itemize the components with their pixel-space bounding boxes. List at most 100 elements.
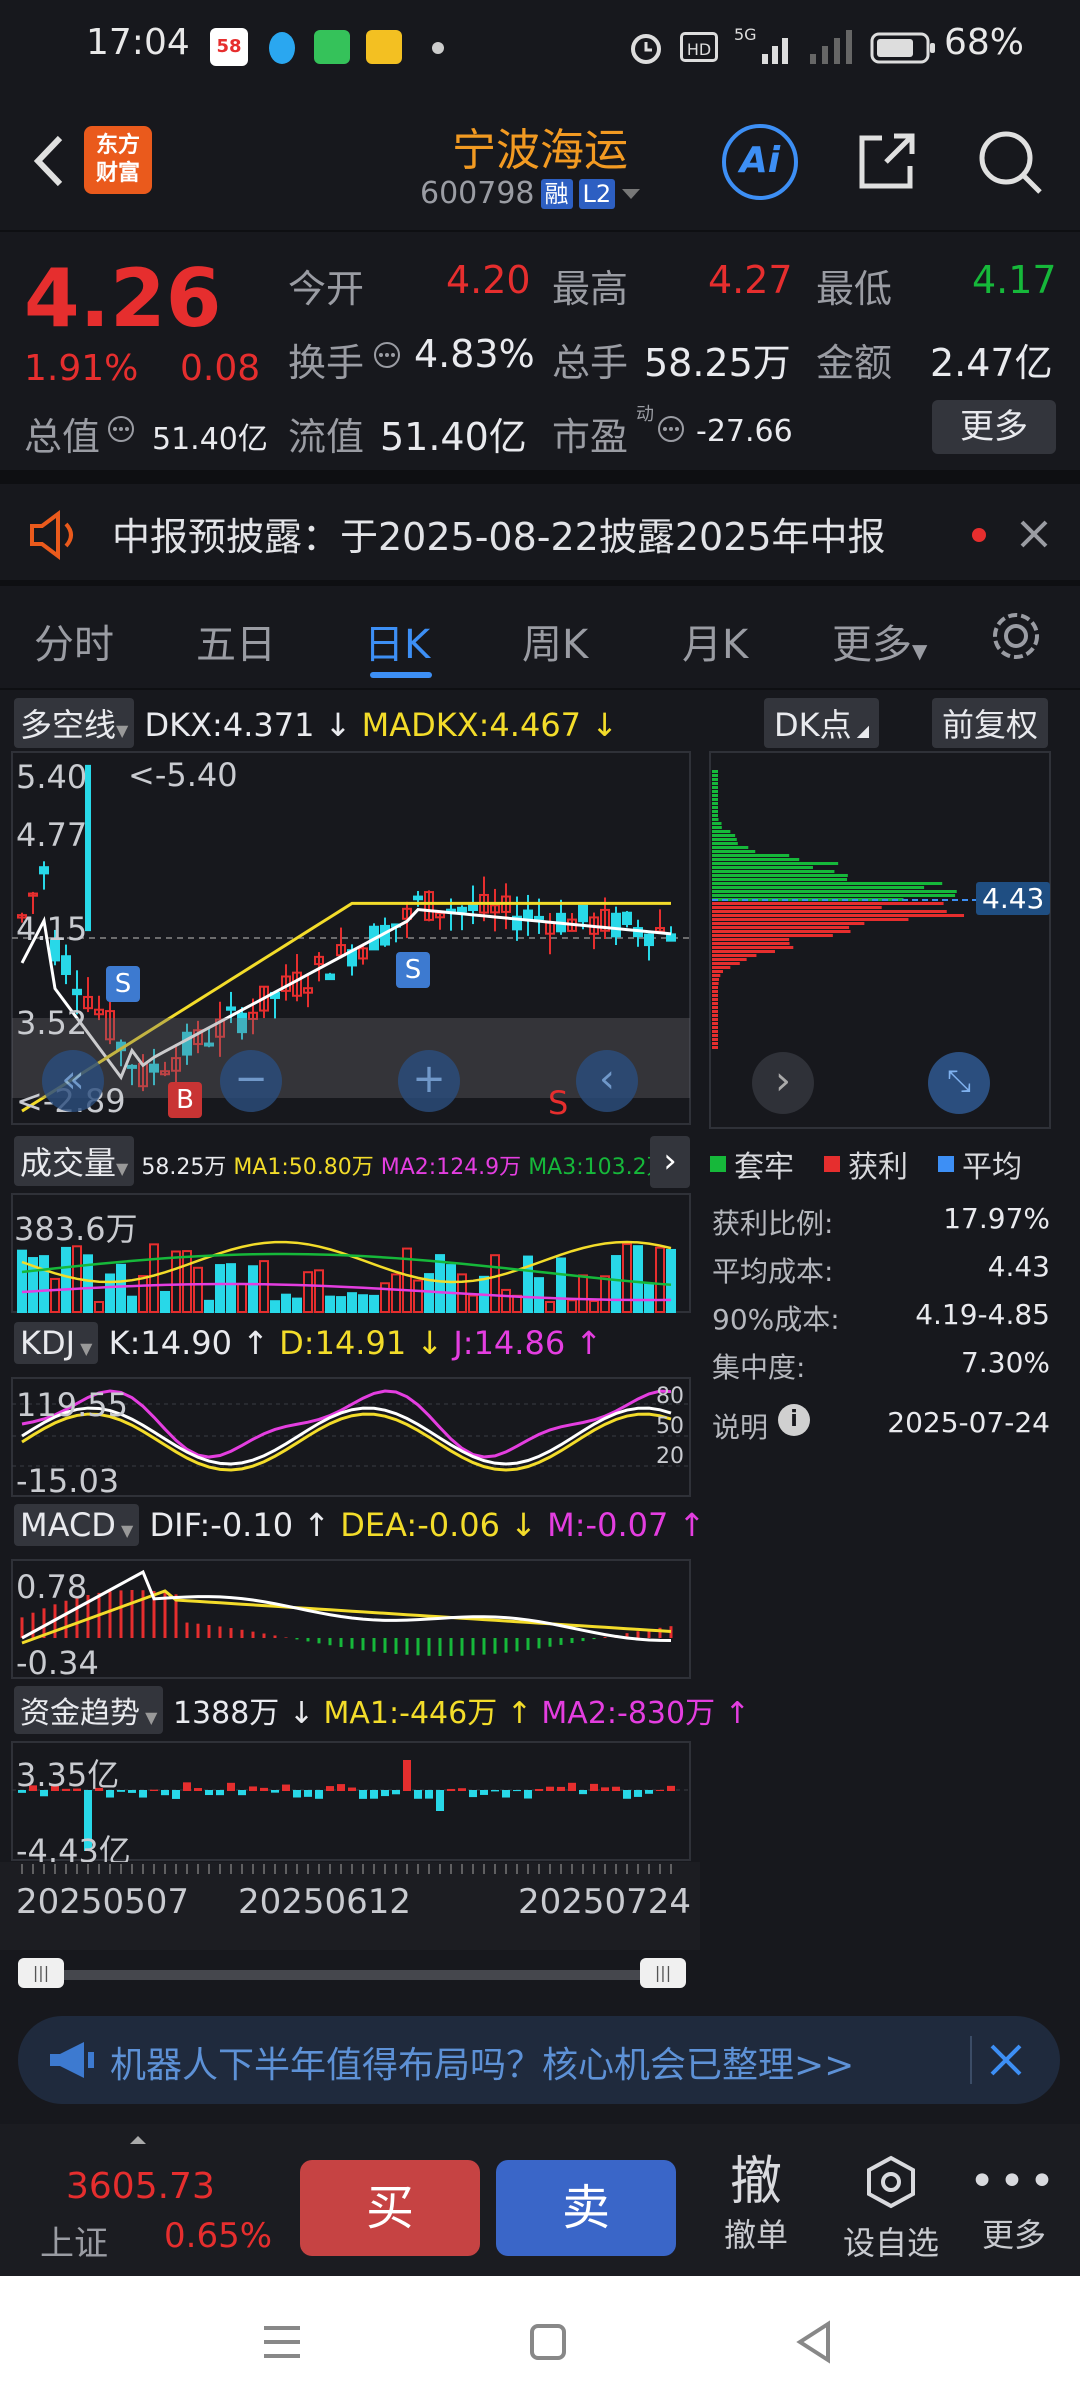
arrow-down-icon: ↓	[314, 706, 362, 744]
volume-ma3: MA3:103.2万	[528, 1155, 669, 1180]
pe-dynamic-sup: 动	[636, 404, 654, 425]
fund-bar	[172, 1790, 180, 1799]
gear-icon[interactable]	[988, 608, 1044, 664]
chip-note-label[interactable]: 说明	[712, 1406, 768, 1446]
kdj-header: KDJ ▼ K:14.90 ↑ D:14.91 ↓ J:14.86 ↑	[14, 1322, 602, 1364]
promo-banner[interactable]: 机器人下半年值得布局吗？核心机会已整理>>	[18, 2016, 1060, 2104]
macd-dif: DIF:-0.10	[149, 1506, 294, 1544]
notice-bar[interactable]: 中报预披露：于2025-08-22披露2025年中报	[0, 484, 1080, 580]
adjust-button[interactable]: 前复权	[932, 698, 1049, 748]
chip-bar	[712, 1006, 718, 1009]
range-handle-right[interactable]: |||	[640, 1958, 686, 1988]
sell-marker: S	[106, 966, 140, 1002]
volume-label: 总手	[552, 341, 629, 385]
sell-button[interactable]: 卖	[496, 2160, 676, 2256]
unread-dot	[972, 528, 986, 542]
arrow-up-icon: ↑	[565, 1324, 603, 1362]
kdj-j: J:14.86	[453, 1324, 566, 1362]
fund-bar	[326, 1786, 334, 1791]
volume-bar	[281, 1293, 291, 1313]
tab-more[interactable]: 更多▼	[832, 612, 927, 670]
caret-down-icon: ▼	[75, 1339, 93, 1358]
macd-m: M:-0.07	[547, 1506, 669, 1544]
ai-button[interactable]: Ai	[722, 124, 798, 200]
cancel-order-button[interactable]: 撤 撤单	[706, 2154, 806, 2256]
arrow-down-icon: ↓	[581, 706, 619, 744]
amount-label: 金额	[816, 341, 893, 385]
chip-bar	[712, 834, 736, 837]
kdj-level: 20	[656, 1444, 684, 1469]
signal-5g-icon: 5G	[734, 25, 788, 64]
chip-bar	[712, 818, 719, 821]
stat-label: 集中度:	[712, 1351, 806, 1384]
indicator-select[interactable]: 多空线▼	[14, 698, 135, 748]
volume-select[interactable]: 成交量▼	[14, 1136, 135, 1186]
corner-icon: ◢	[851, 721, 870, 740]
tab-daily-k[interactable]: 日K	[364, 612, 430, 670]
tab-five-day[interactable]: 五日	[196, 612, 276, 670]
tab-intraday[interactable]: 分时	[34, 612, 114, 670]
candle-body	[611, 912, 621, 938]
chevron-right-icon[interactable]: ›	[650, 1136, 690, 1188]
tab-more-label: 更多	[832, 622, 912, 668]
stock-code-row[interactable]: 600798 融 L2	[420, 176, 643, 211]
share-icon[interactable]	[852, 126, 922, 196]
zoom-out-icon[interactable]: −	[220, 1050, 282, 1112]
back-icon[interactable]	[794, 2320, 834, 2364]
tab-weekly-k[interactable]: 周K	[522, 612, 588, 670]
info-icon[interactable]	[106, 414, 136, 444]
hexagon-icon	[867, 2155, 915, 2209]
chip-bar	[712, 802, 718, 805]
add-watchlist-button[interactable]: 设自选	[836, 2154, 946, 2264]
volume-bar	[644, 1282, 654, 1313]
close-icon[interactable]	[1016, 516, 1052, 552]
change-percent: 1.91%	[24, 348, 139, 389]
close-icon[interactable]	[988, 2042, 1024, 2078]
tab-monthly-k[interactable]: 月K	[682, 612, 748, 670]
volume-bar	[512, 1294, 522, 1314]
home-icon[interactable]	[528, 2322, 568, 2362]
macd-chart[interactable]	[0, 1558, 700, 1680]
volume-bar	[567, 1299, 577, 1314]
fund-value: 1388万	[172, 1696, 280, 1731]
arrow-up-icon: ↑	[232, 1324, 280, 1362]
more-quote-button[interactable]: 更多	[932, 400, 1056, 454]
zoom-in-icon[interactable]: +	[398, 1050, 460, 1112]
buy-button[interactable]: 买	[300, 2160, 480, 2256]
stock-header: 东方 财富 宁波海运 600798 融 L2 Ai	[0, 96, 1080, 230]
range-handle-left[interactable]: |||	[18, 1958, 64, 1988]
kdj-select[interactable]: KDJ ▼	[14, 1322, 99, 1364]
menu-icon[interactable]	[262, 2324, 302, 2360]
chip-bar	[712, 950, 775, 953]
fund-y-top: 3.35亿	[16, 1756, 120, 1794]
expand-icon[interactable]: ⤡	[928, 1052, 990, 1114]
dk-point-button[interactable]: DK点 ◢	[764, 698, 880, 748]
arrow-up-icon: ↑	[293, 1506, 341, 1544]
volume-bar	[105, 1273, 115, 1313]
chip-bar	[712, 794, 718, 797]
chip-bar	[712, 838, 737, 841]
quote-panel: 4.26 1.91% 0.08 总值 51.40亿 今开 4.20 换手 4.8…	[0, 230, 1080, 459]
high-label: 最高	[552, 267, 629, 311]
more-button[interactable]: ••• 更多	[964, 2154, 1064, 2256]
macd-y-top: 0.78	[16, 1568, 88, 1606]
fund-select[interactable]: 资金趋势 ▼	[14, 1686, 164, 1734]
info-icon[interactable]: i	[778, 1404, 810, 1436]
macd-select[interactable]: MACD ▼	[14, 1504, 140, 1546]
search-icon[interactable]	[974, 126, 1046, 198]
fund-bar	[381, 1790, 389, 1797]
fund-bar	[348, 1787, 356, 1791]
legend-swatch	[824, 1156, 840, 1172]
chevron-right-icon[interactable]: ›	[752, 1052, 814, 1114]
fund-ma1: MA1:-446万	[323, 1696, 498, 1731]
index-value[interactable]: 3605.73	[66, 2166, 215, 2207]
chip-bar	[712, 1046, 718, 1049]
fund-bar	[623, 1790, 631, 1799]
rewind-icon[interactable]: «	[42, 1050, 104, 1112]
info-icon[interactable]	[372, 340, 402, 370]
kdj-y-top: 119.55	[16, 1386, 128, 1424]
scroll-left-icon[interactable]: ‹	[576, 1050, 638, 1112]
macd-header: MACD ▼ DIF:-0.10 ↑ DEA:-0.06 ↓ M:-0.07 ↑	[14, 1504, 705, 1546]
info-icon[interactable]	[656, 414, 686, 444]
volume-bar	[633, 1245, 643, 1313]
